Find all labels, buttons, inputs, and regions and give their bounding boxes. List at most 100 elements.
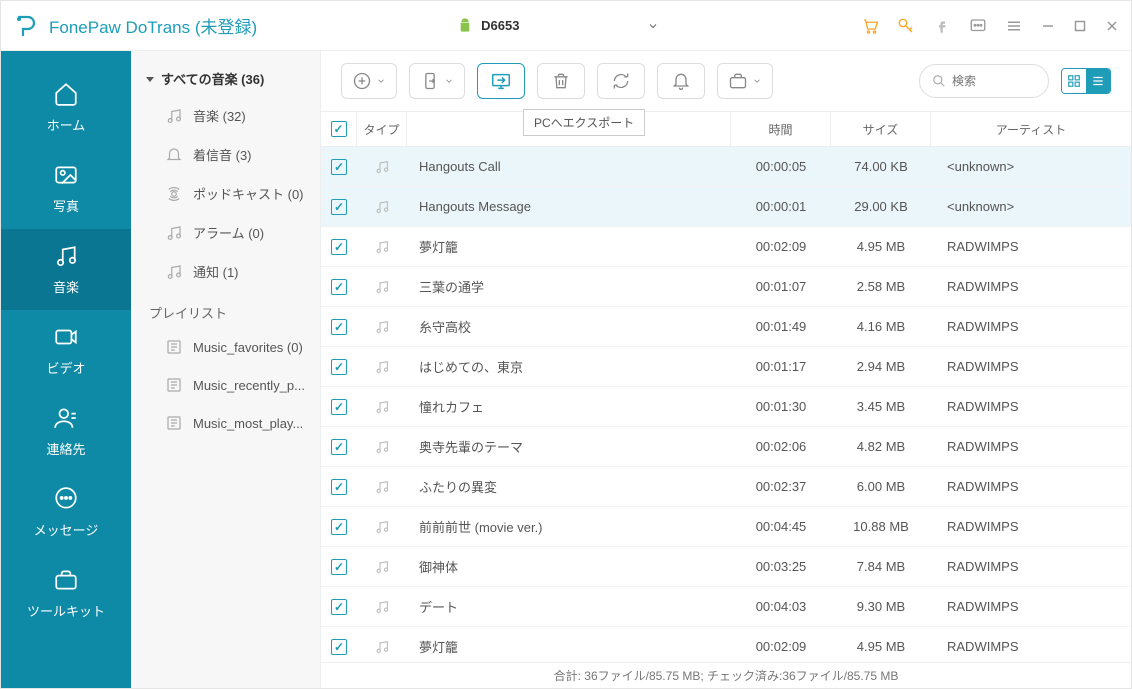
table-row[interactable]: 夢灯籠00:02:094.95 MBRADWIMPS: [321, 627, 1131, 662]
row-checkbox[interactable]: [331, 359, 347, 375]
nav-label: ツールキット: [27, 601, 105, 620]
col-header-type[interactable]: タイプ: [357, 112, 407, 146]
music-note-icon: [374, 639, 390, 655]
table-row[interactable]: 前前前世 (movie ver.)00:04:4510.88 MBRADWIMP…: [321, 507, 1131, 547]
cell-time: 00:01:30: [731, 387, 831, 426]
row-checkbox[interactable]: [331, 639, 347, 655]
table-row[interactable]: ふたりの異変00:02:376.00 MBRADWIMPS: [321, 467, 1131, 507]
chevron-down-icon: [752, 76, 762, 86]
row-checkbox[interactable]: [331, 439, 347, 455]
col-header-artist[interactable]: アーティスト: [931, 112, 1131, 146]
briefcase-icon: [728, 71, 748, 91]
tree-item[interactable]: 着信音 (3): [131, 135, 320, 174]
tree-item[interactable]: 通知 (1): [131, 252, 320, 291]
playlist-section-label: プレイリスト: [131, 291, 320, 328]
col-header-time[interactable]: 時間: [731, 112, 831, 146]
feedback-icon[interactable]: [969, 17, 987, 35]
triangle-down-icon: [145, 74, 155, 84]
cell-time: 00:01:49: [731, 307, 831, 346]
refresh-button[interactable]: [597, 63, 645, 99]
nav-home[interactable]: ホーム: [1, 67, 131, 148]
row-checkbox[interactable]: [331, 599, 347, 615]
table-row[interactable]: デート00:04:039.30 MBRADWIMPS: [321, 587, 1131, 627]
cell-name: Hangouts Message: [407, 187, 731, 226]
table-row[interactable]: 奥寺先輩のテーマ00:02:064.82 MBRADWIMPS: [321, 427, 1131, 467]
table-row[interactable]: Hangouts Message00:00:0129.00 KB<unknown…: [321, 187, 1131, 227]
export-device-button[interactable]: [409, 63, 465, 99]
row-checkbox[interactable]: [331, 319, 347, 335]
nav-label: ホーム: [47, 115, 86, 134]
device-name: D6653: [481, 18, 519, 33]
table-row[interactable]: 憧れカフェ00:01:303.45 MBRADWIMPS: [321, 387, 1131, 427]
cell-size: 4.16 MB: [831, 307, 931, 346]
nav-messages[interactable]: メッセージ: [1, 472, 131, 553]
select-all-checkbox[interactable]: [331, 121, 347, 137]
tree-item[interactable]: ポッドキャスト (0): [131, 174, 320, 213]
ringtone-button[interactable]: [657, 63, 705, 99]
col-header-size[interactable]: サイズ: [831, 112, 931, 146]
add-button[interactable]: [341, 63, 397, 99]
cell-size: 9.30 MB: [831, 587, 931, 626]
table-body: Hangouts Call00:00:0574.00 KB<unknown>Ha…: [321, 147, 1131, 662]
photo-icon: [53, 162, 79, 188]
video-icon: [53, 324, 79, 350]
export-pc-button[interactable]: [477, 63, 525, 99]
view-toggle: [1061, 68, 1111, 94]
tree-item[interactable]: 音楽 (32): [131, 96, 320, 135]
search-input[interactable]: [952, 74, 1022, 88]
nav-videos[interactable]: ビデオ: [1, 310, 131, 391]
row-checkbox[interactable]: [331, 479, 347, 495]
search-box[interactable]: [919, 64, 1049, 98]
tree-playlist-item[interactable]: Music_recently_p...: [131, 366, 320, 404]
table-row[interactable]: 三葉の通学00:01:072.58 MBRADWIMPS: [321, 267, 1131, 307]
maximize-button[interactable]: [1073, 20, 1087, 32]
table-row[interactable]: 夢灯籠00:02:094.95 MBRADWIMPS: [321, 227, 1131, 267]
minimize-button[interactable]: [1041, 20, 1055, 32]
toolbox-button[interactable]: [717, 63, 773, 99]
tree-item-label: 通知 (1): [193, 262, 239, 281]
cell-artist: RADWIMPS: [931, 467, 1131, 506]
list-view-button[interactable]: [1086, 69, 1110, 93]
nav-contacts[interactable]: 連絡先: [1, 391, 131, 472]
table-row[interactable]: 御神体00:03:257.84 MBRADWIMPS: [321, 547, 1131, 587]
close-button[interactable]: [1105, 20, 1119, 32]
left-nav: ホーム 写真 音楽 ビデオ 連絡先 メッセージ: [1, 51, 131, 688]
key-icon[interactable]: [897, 17, 915, 35]
cell-name: 夢灯籠: [407, 627, 731, 662]
tree-item[interactable]: アラーム (0): [131, 213, 320, 252]
music-note-icon: [374, 279, 390, 295]
nav-toolkit[interactable]: ツールキット: [1, 553, 131, 634]
grid-view-button[interactable]: [1062, 69, 1086, 93]
cell-size: 29.00 KB: [831, 187, 931, 226]
cell-artist: RADWIMPS: [931, 547, 1131, 586]
nav-photos[interactable]: 写真: [1, 148, 131, 229]
plus-circle-icon: [352, 71, 372, 91]
row-checkbox[interactable]: [331, 239, 347, 255]
cart-icon[interactable]: [861, 17, 879, 35]
table-row[interactable]: はじめての、東京00:01:172.94 MBRADWIMPS: [321, 347, 1131, 387]
cell-size: 7.84 MB: [831, 547, 931, 586]
table-row[interactable]: Hangouts Call00:00:0574.00 KB<unknown>: [321, 147, 1131, 187]
tree-all-music[interactable]: すべての音楽 (36): [131, 61, 320, 96]
tree-playlist-item[interactable]: Music_favorites (0): [131, 328, 320, 366]
row-checkbox[interactable]: [331, 559, 347, 575]
cell-artist: <unknown>: [931, 187, 1131, 226]
tree-item-label: 音楽 (32): [193, 106, 246, 125]
row-checkbox[interactable]: [331, 519, 347, 535]
tree-item-label: Music_most_play...: [193, 416, 303, 431]
row-checkbox[interactable]: [331, 399, 347, 415]
row-checkbox[interactable]: [331, 199, 347, 215]
nav-music[interactable]: 音楽: [1, 229, 131, 310]
row-checkbox[interactable]: [331, 279, 347, 295]
table-row[interactable]: 糸守高校00:01:494.16 MBRADWIMPS: [321, 307, 1131, 347]
cell-name: ふたりの異変: [407, 467, 731, 506]
tree-playlist-item[interactable]: Music_most_play...: [131, 404, 320, 442]
app-logo-icon: [13, 14, 37, 38]
device-selector[interactable]: D6653: [447, 12, 669, 40]
delete-button[interactable]: [537, 63, 585, 99]
music-note-icon: [374, 599, 390, 615]
facebook-icon[interactable]: [933, 17, 951, 35]
row-checkbox[interactable]: [331, 159, 347, 175]
menu-icon[interactable]: [1005, 17, 1023, 35]
cell-time: 00:02:06: [731, 427, 831, 466]
